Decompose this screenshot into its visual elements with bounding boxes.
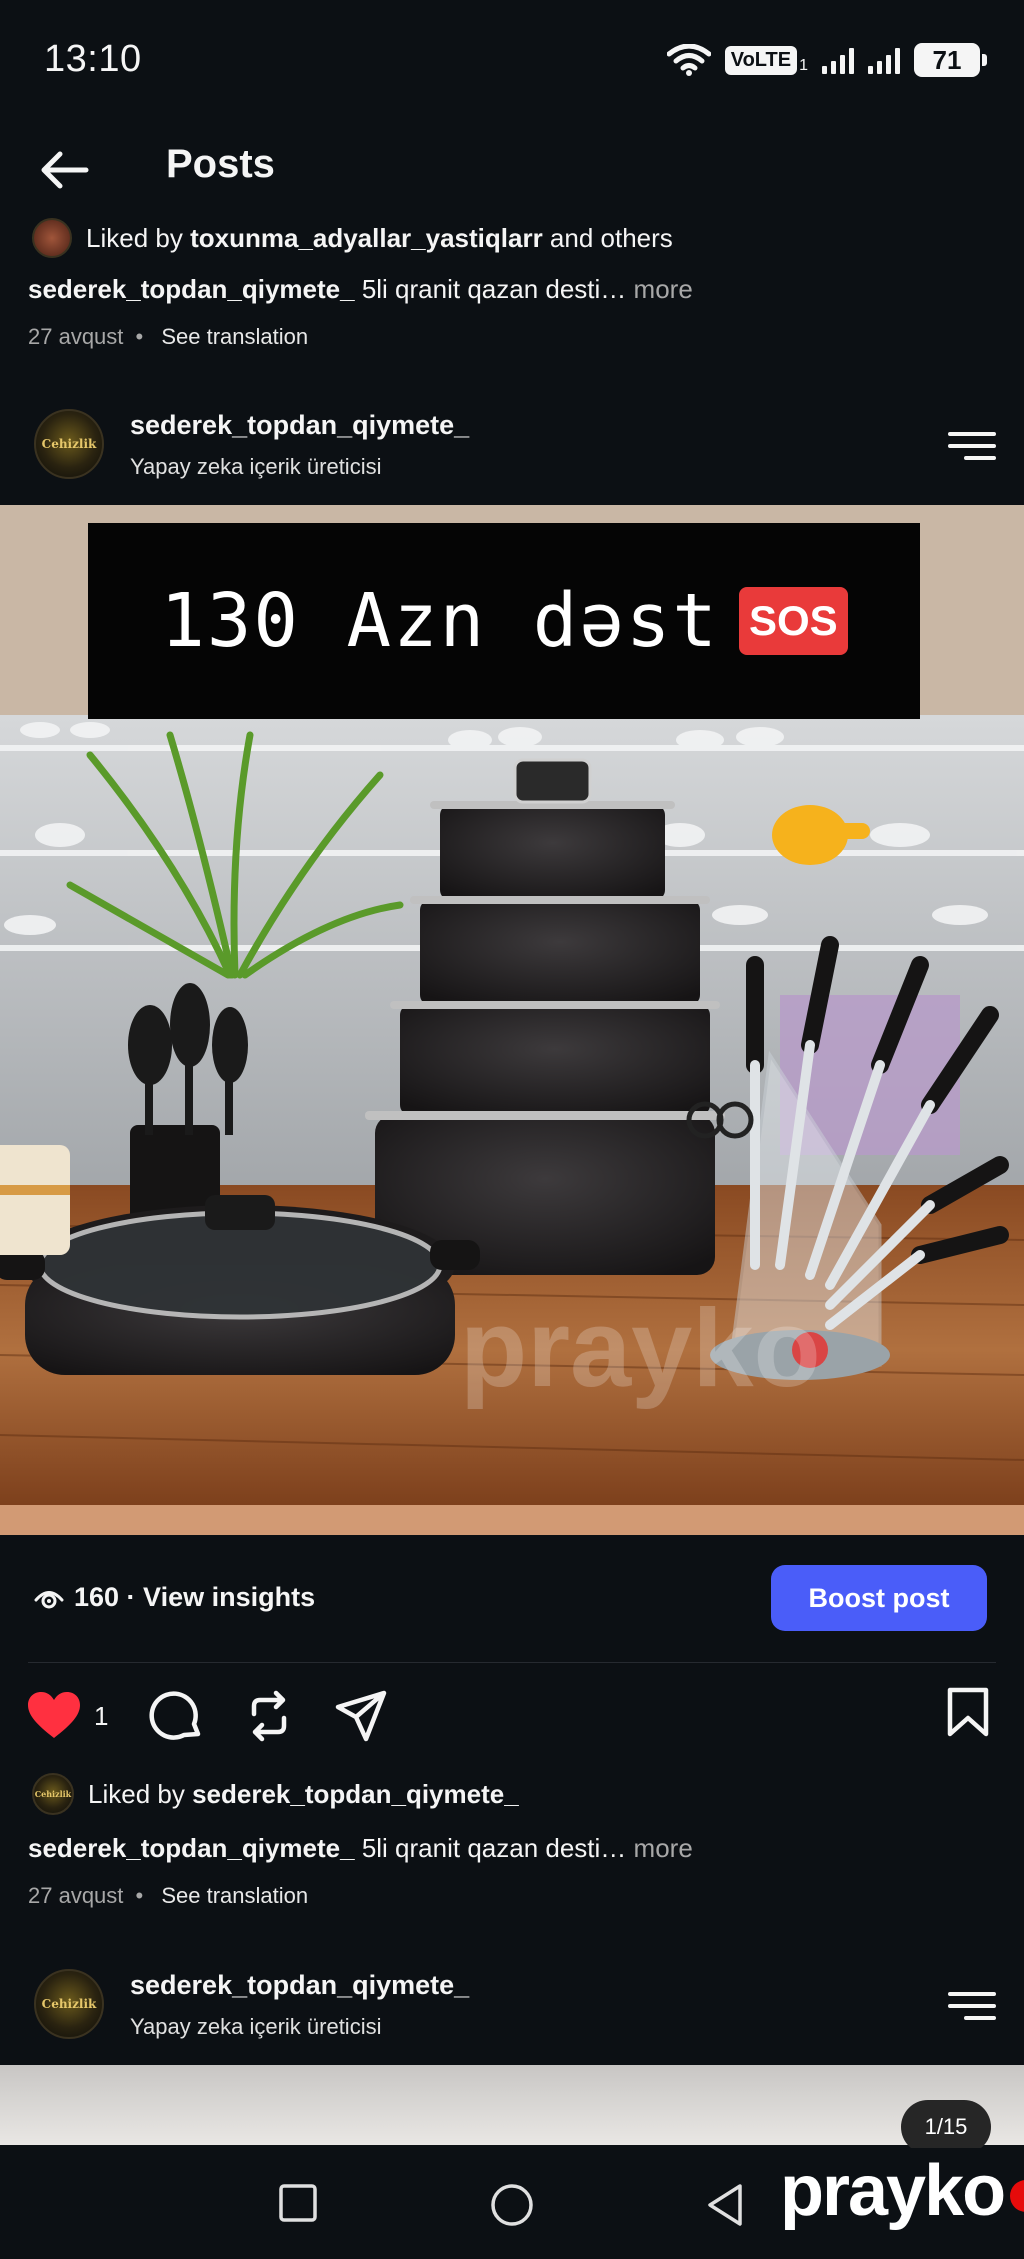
meta-separator: • [135, 1883, 144, 1908]
liked-row[interactable]: Cehizlik Liked by sederek_topdan_qiymete… [32, 1773, 519, 1815]
brand-watermark: prayko [780, 2150, 1024, 2232]
liked-prefix: Liked by [86, 222, 191, 253]
caption-text: 5li qranit qazan desti… [354, 274, 627, 304]
liked-suffix: and others [542, 222, 673, 253]
avatar-logo-text: Cehizlik [41, 1997, 97, 2011]
share-icon[interactable] [334, 1689, 388, 1743]
liked-user[interactable]: toxunma_adyallar_yastiqlarr [190, 223, 543, 253]
liker-avatar-text: Cehizlik [34, 1789, 72, 1799]
status-icons: VoLTE 1 71 [666, 40, 987, 80]
prev-caption[interactable]: sederek_topdan_qiymete_ 5li qranit qazan… [28, 274, 693, 305]
price-text: 130 Azn dəst [160, 578, 719, 664]
next-post-options-icon[interactable] [948, 1990, 996, 2022]
insights-text: 160 · View insights [74, 1582, 316, 1612]
sos-emoji-badge: SOS [738, 587, 848, 655]
status-time: 13:10 [44, 38, 142, 80]
account-subtitle: Yapay zeka içerik üreticisi [130, 454, 382, 479]
next-account-name[interactable]: sederek_topdan_qiymete_ [130, 1970, 469, 2001]
post-date: 27 avqust [28, 324, 124, 349]
post-caption[interactable]: sederek_topdan_qiymete_ 5li qranit qazan… [28, 1833, 693, 1864]
heart-icon[interactable] [26, 1691, 82, 1741]
boost-post-button[interactable]: Boost post [771, 1565, 987, 1631]
battery-indicator: 71 [914, 43, 987, 77]
wifi-icon [666, 44, 711, 76]
signal-icon-2 [868, 46, 900, 74]
like-count[interactable]: 1 [94, 1701, 108, 1732]
home-circle-icon[interactable] [490, 2183, 534, 2227]
caption-user[interactable]: sederek_topdan_qiymete_ [28, 274, 355, 304]
eye-icon [34, 1590, 64, 1608]
post-actions: 1 [26, 1688, 388, 1744]
see-translation-link[interactable]: See translation [161, 324, 308, 349]
liked-prefix: Liked by [88, 1778, 193, 1809]
caption-user[interactable]: sederek_topdan_qiymete_ [28, 1833, 355, 1863]
brand-dot [1010, 2180, 1024, 2212]
page-title: Posts [166, 142, 275, 186]
avatar-logo-text: Cehizlik [41, 437, 97, 451]
prev-meta: 27 avqust • See translation [28, 324, 308, 350]
back-arrow-icon[interactable] [36, 142, 92, 198]
next-post-image[interactable] [0, 2065, 1024, 2145]
repost-icon[interactable] [244, 1688, 294, 1744]
more-link[interactable]: more [626, 274, 693, 304]
liked-user[interactable]: sederek_topdan_qiymete_ [192, 1779, 519, 1809]
image-watermark: prayko [460, 1287, 821, 1410]
more-link[interactable]: more [626, 1833, 693, 1863]
view-insights[interactable]: 160 · View insights [34, 1582, 315, 1613]
post-meta: 27 avqust • See translation [28, 1883, 308, 1909]
meta-separator: • [135, 324, 144, 349]
divider [28, 1662, 996, 1663]
back-triangle-icon[interactable] [704, 2182, 746, 2228]
price-banner: 130 Azn dəst SOS [88, 523, 920, 719]
recents-square-icon[interactable] [278, 2183, 318, 2223]
liker-avatar [32, 218, 72, 258]
prev-liked-row[interactable]: Liked by toxunma_adyallar_yastiqlarr and… [32, 218, 673, 258]
liker-avatar: Cehizlik [32, 1773, 74, 1815]
carousel-pager: 1/15 [901, 2100, 991, 2154]
signal-icon [822, 46, 854, 74]
see-translation-link[interactable]: See translation [161, 1883, 308, 1908]
account-avatar[interactable]: Cehizlik [34, 409, 104, 479]
next-account-avatar[interactable]: Cehizlik [34, 1969, 104, 2039]
brand-watermark-text: prayko [780, 2151, 1006, 2231]
post-image[interactable]: 130 Azn dəst SOS prayko [0, 505, 1024, 1535]
comment-icon[interactable] [148, 1688, 204, 1744]
post-options-icon[interactable] [948, 430, 996, 462]
next-account-subtitle: Yapay zeka içerik üreticisi [130, 2014, 382, 2039]
sim-index: 1 [799, 56, 808, 74]
volte-badge: VoLTE [724, 45, 798, 75]
account-name[interactable]: sederek_topdan_qiymete_ [130, 410, 469, 441]
caption-text: 5li qranit qazan desti… [354, 1833, 627, 1863]
bookmark-icon[interactable] [946, 1686, 990, 1738]
post-date: 27 avqust [28, 1883, 124, 1908]
